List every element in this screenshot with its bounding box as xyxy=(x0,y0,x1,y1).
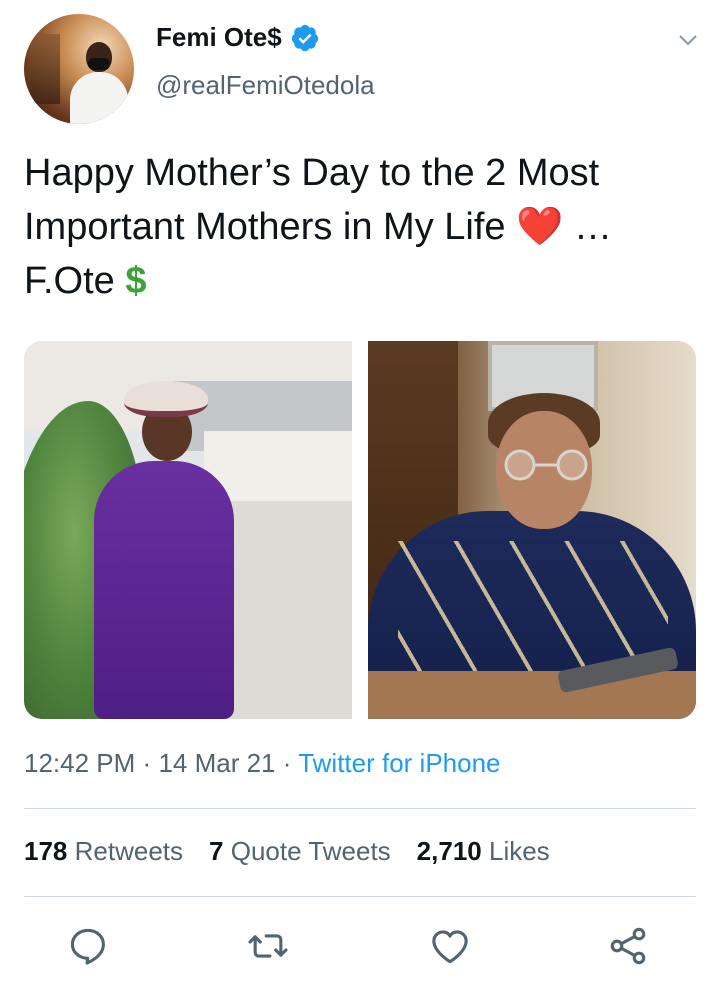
action-bar xyxy=(0,924,720,970)
reply-icon[interactable] xyxy=(66,924,110,968)
name-row[interactable]: Femi Ote$ xyxy=(156,22,320,53)
tweet-header: Femi Ote$ @realFemiOtedola xyxy=(24,14,700,124)
display-name[interactable]: Femi Ote$ xyxy=(156,22,282,53)
retweets-count: 178 xyxy=(24,836,68,866)
avatar[interactable] xyxy=(24,14,134,124)
tweet-meta: 12:42 PM · 14 Mar 21 · Twitter for iPhon… xyxy=(24,748,501,779)
separator: · xyxy=(142,748,152,778)
ellipsis: … xyxy=(573,206,612,248)
photo-mother-1[interactable] xyxy=(24,341,352,719)
tweet-text-fragment: Important Mothers in My Life xyxy=(24,206,506,248)
divider xyxy=(24,808,696,809)
tweet-source-link[interactable]: Twitter for iPhone xyxy=(298,748,500,778)
likes-stat[interactable]: 2,710 Likes xyxy=(417,836,550,867)
share-icon[interactable] xyxy=(606,924,650,968)
photo-mother-2[interactable] xyxy=(368,341,696,719)
quote-tweets-stat[interactable]: 7 Quote Tweets xyxy=(209,836,391,867)
tweet-time[interactable]: 12:42 PM xyxy=(24,748,135,778)
tweet-date[interactable]: 14 Mar 21 xyxy=(158,748,275,778)
tweet-text-line: Happy Mother’s Day to the 2 Most xyxy=(24,152,600,194)
like-icon[interactable] xyxy=(428,924,472,968)
user-handle[interactable]: @realFemiOtedola xyxy=(156,70,375,101)
verified-icon xyxy=(291,24,318,51)
chevron-down-icon[interactable] xyxy=(676,28,700,52)
quotes-label: Quote Tweets xyxy=(230,836,391,866)
tweet-text-line: F.Ote $ xyxy=(24,254,704,308)
retweet-icon[interactable] xyxy=(246,924,290,968)
engagement-stats: 178 Retweets 7 Quote Tweets 2,710 Likes xyxy=(24,836,550,867)
tweet-text-line: Important Mothers in My Life ❤️ … xyxy=(24,200,704,254)
likes-count: 2,710 xyxy=(416,836,482,866)
heart-emoji: ❤️ xyxy=(516,206,564,248)
dollar-emoji: $ xyxy=(125,260,147,302)
retweets-label: Retweets xyxy=(74,836,184,866)
likes-label: Likes xyxy=(488,836,550,866)
divider xyxy=(24,896,696,897)
tweet-text-fragment: F.Ote xyxy=(24,260,115,302)
quotes-count: 7 xyxy=(209,836,224,866)
media-grid xyxy=(24,341,696,719)
retweets-stat[interactable]: 178 Retweets xyxy=(24,836,183,867)
tweet-text: Happy Mother’s Day to the 2 Most Importa… xyxy=(24,146,704,308)
separator: · xyxy=(282,748,292,778)
